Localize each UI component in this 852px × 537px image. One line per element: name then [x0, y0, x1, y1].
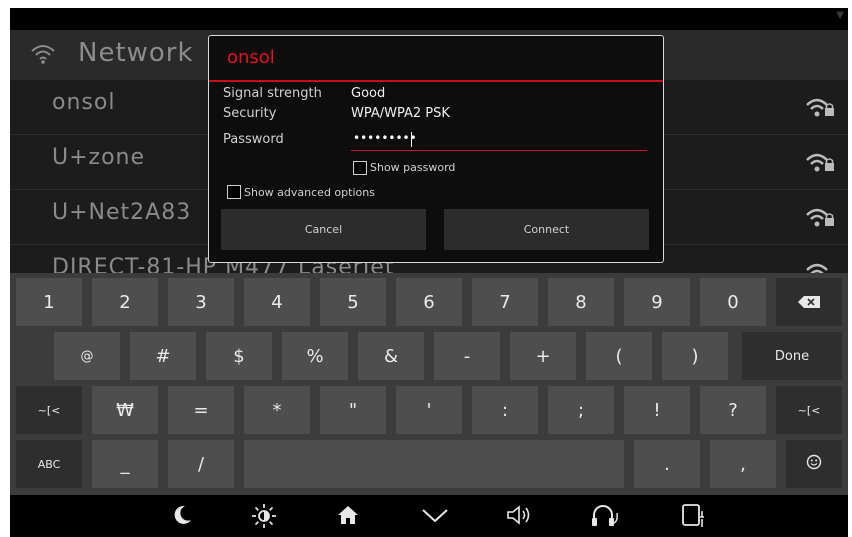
- key-dollar[interactable]: $: [206, 332, 272, 380]
- wifi-lock-icon: [806, 96, 836, 122]
- emoji-icon: [806, 454, 822, 475]
- show-password-checkbox[interactable]: [353, 161, 367, 175]
- title-divider: [209, 80, 663, 82]
- headset-icon[interactable]: [590, 503, 620, 533]
- connect-button[interactable]: Connect: [444, 209, 649, 250]
- network-title: Network: [78, 38, 194, 68]
- key-6[interactable]: 6: [396, 278, 462, 326]
- key-exclamation[interactable]: !: [624, 386, 690, 434]
- signal-strength-value: Good: [351, 86, 386, 101]
- key-8[interactable]: 8: [548, 278, 614, 326]
- wifi-lock-icon: [806, 206, 836, 232]
- password-input[interactable]: •••••••••: [351, 130, 647, 151]
- key-minus[interactable]: -: [434, 332, 500, 380]
- wifi-lock-icon: [806, 151, 836, 177]
- wifi-icon: [30, 43, 56, 69]
- backspace-key[interactable]: [776, 278, 842, 326]
- key-ampersand[interactable]: &: [358, 332, 424, 380]
- text-cursor: [411, 132, 412, 147]
- password-value: •••••••••: [353, 131, 417, 145]
- key-asterisk[interactable]: *: [244, 386, 310, 434]
- cancel-button[interactable]: Cancel: [221, 209, 426, 250]
- status-bar: ▼: [10, 8, 848, 30]
- security-label: Security: [223, 106, 277, 121]
- key-semicolon[interactable]: ;: [548, 386, 614, 434]
- signal-strength-label: Signal strength: [223, 86, 322, 101]
- key-period[interactable]: .: [634, 440, 700, 488]
- signal-indicator-icon: ▼: [836, 10, 844, 21]
- network-name: U+zone: [52, 145, 146, 170]
- volume-icon[interactable]: [506, 503, 532, 531]
- key-plus[interactable]: +: [510, 332, 576, 380]
- key-symbols-toggle[interactable]: ~[<: [16, 386, 82, 434]
- emoji-key[interactable]: [786, 440, 842, 488]
- key-4[interactable]: 4: [244, 278, 310, 326]
- abc-key[interactable]: ABC: [16, 440, 82, 488]
- key-slash[interactable]: /: [168, 440, 234, 488]
- key-percent[interactable]: %: [282, 332, 348, 380]
- key-0[interactable]: 0: [700, 278, 766, 326]
- show-password-label: Show password: [370, 161, 456, 174]
- network-name: U+Net2A83: [52, 200, 192, 225]
- key-open-paren[interactable]: (: [586, 332, 652, 380]
- key-comma[interactable]: ,: [710, 440, 776, 488]
- backspace-icon: [798, 292, 820, 313]
- key-question[interactable]: ?: [700, 386, 766, 434]
- home-icon[interactable]: [336, 503, 360, 531]
- key-single-quote[interactable]: ': [396, 386, 462, 434]
- screen: ▼ Network onsol U+zone U+Net2A83 DIRECT-…: [10, 8, 848, 537]
- key-double-quote[interactable]: ": [320, 386, 386, 434]
- key-at[interactable]: @: [54, 332, 120, 380]
- chevron-down-icon[interactable]: [421, 503, 449, 531]
- dialog-title: onsol: [227, 47, 275, 68]
- on-screen-keyboard: 1 2 3 4 5 6 7 8 9 0 @ # $ % & - + ( ) Do…: [10, 273, 848, 495]
- key-5[interactable]: 5: [320, 278, 386, 326]
- moon-icon[interactable]: [170, 503, 194, 531]
- security-value: WPA/WPA2 PSK: [351, 106, 450, 121]
- key-1[interactable]: 1: [16, 278, 82, 326]
- bottom-nav-bar: [10, 495, 848, 537]
- brightness-icon[interactable]: [251, 503, 277, 533]
- password-label: Password: [223, 132, 284, 147]
- space-key[interactable]: [244, 440, 624, 488]
- key-hash[interactable]: #: [130, 332, 196, 380]
- show-advanced-label: Show advanced options: [244, 186, 375, 199]
- key-7[interactable]: 7: [472, 278, 538, 326]
- key-2[interactable]: 2: [92, 278, 158, 326]
- key-3[interactable]: 3: [168, 278, 234, 326]
- key-9[interactable]: 9: [624, 278, 690, 326]
- key-underscore[interactable]: _: [92, 440, 158, 488]
- network-name: onsol: [52, 90, 116, 115]
- done-key[interactable]: Done: [742, 332, 842, 380]
- key-close-paren[interactable]: ): [662, 332, 728, 380]
- phone-connect-icon[interactable]: [680, 503, 708, 533]
- key-equals[interactable]: =: [168, 386, 234, 434]
- key-won[interactable]: ₩: [92, 386, 158, 434]
- show-advanced-checkbox[interactable]: [227, 185, 241, 199]
- key-symbols-toggle-right[interactable]: ~[<: [776, 386, 842, 434]
- wifi-connect-dialog: onsol Signal strength Good Security WPA/…: [208, 35, 664, 263]
- key-colon[interactable]: :: [472, 386, 538, 434]
